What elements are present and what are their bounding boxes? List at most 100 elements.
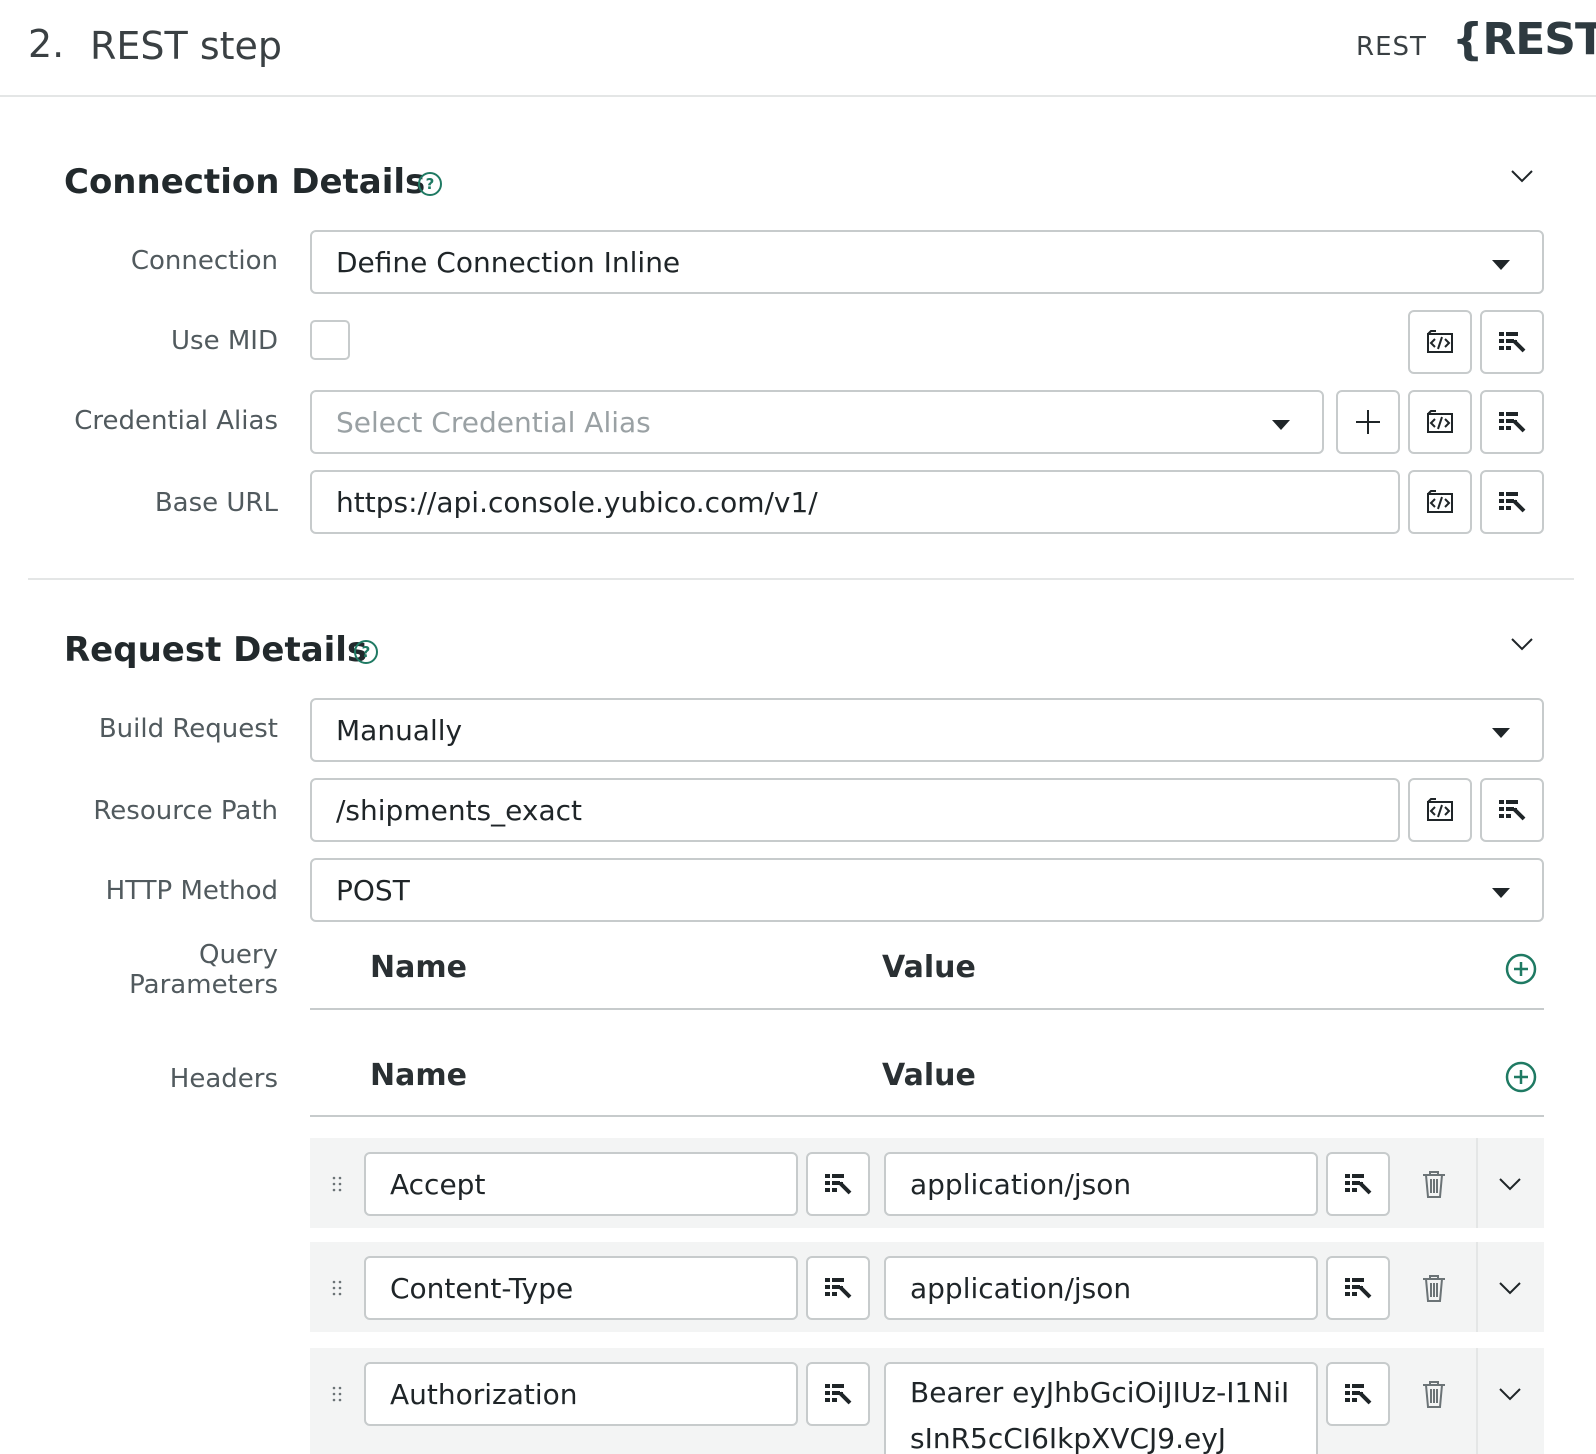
- data-pill-picker-button[interactable]: [1326, 1256, 1390, 1320]
- header-row: Accept application/json: [310, 1138, 1544, 1228]
- headers-label: Headers: [169, 1064, 278, 1094]
- headers-value-header: Value: [882, 1058, 976, 1093]
- connection-details-title: Connection Details: [64, 162, 426, 202]
- header-name-value: Content-Type: [390, 1272, 574, 1305]
- data-pill-picker-icon: [822, 1168, 854, 1200]
- row-separator: [1476, 1138, 1478, 1228]
- connector-type-label: REST: [1356, 32, 1427, 62]
- credential-alias-select[interactable]: Select Credential Alias: [310, 390, 1324, 454]
- step-title: REST step: [90, 24, 283, 68]
- credential-alias-placeholder: Select Credential Alias: [336, 406, 651, 439]
- chevron-down-icon[interactable]: [1498, 1382, 1522, 1406]
- add-query-parameter-icon[interactable]: [1505, 953, 1537, 985]
- data-pill-picker-button[interactable]: [1480, 310, 1544, 374]
- header-value-input[interactable]: application/json: [884, 1152, 1318, 1216]
- connection-select[interactable]: Define Connection Inline: [310, 230, 1544, 294]
- data-pill-picker-icon: [1342, 1378, 1374, 1410]
- http-method-label: HTTP Method: [105, 876, 278, 906]
- resource-path-label: Resource Path: [93, 796, 278, 826]
- drag-handle-icon[interactable]: [332, 1386, 342, 1402]
- query-name-header: Name: [370, 950, 467, 985]
- resource-path-input[interactable]: /shipments_exact: [310, 778, 1400, 842]
- connection-label: Connection: [130, 246, 278, 276]
- plus-icon: [1356, 410, 1380, 434]
- data-pill-picker-icon: [1496, 794, 1528, 826]
- use-mid-checkbox[interactable]: [310, 320, 350, 360]
- header-name-value: Accept: [390, 1168, 486, 1201]
- chevron-down-icon[interactable]: [1498, 1172, 1522, 1196]
- data-pill-picker-button[interactable]: [1326, 1362, 1390, 1426]
- script-icon: [1424, 406, 1456, 438]
- add-header-icon[interactable]: [1505, 1061, 1537, 1093]
- data-pill-picker-button[interactable]: [806, 1362, 870, 1426]
- query-parameters-label: Query Parameters: [129, 940, 278, 1000]
- header-name-value: Authorization: [390, 1378, 578, 1411]
- build-request-value: Manually: [336, 714, 463, 747]
- data-pill-picker-icon: [1342, 1168, 1374, 1200]
- caret-down-icon: [1272, 420, 1290, 430]
- drag-handle-icon[interactable]: [332, 1280, 342, 1296]
- row-separator: [1476, 1242, 1478, 1332]
- chevron-down-icon[interactable]: [1510, 632, 1534, 656]
- question-circle-icon[interactable]: ?: [418, 172, 442, 196]
- data-pill-picker-button[interactable]: [1326, 1152, 1390, 1216]
- data-pill-picker-icon: [1496, 406, 1528, 438]
- header-name-input[interactable]: Accept: [364, 1152, 798, 1216]
- script-button[interactable]: [1408, 778, 1472, 842]
- data-pill-picker-button[interactable]: [806, 1152, 870, 1216]
- use-mid-label: Use MID: [171, 326, 278, 356]
- drag-handle-icon[interactable]: [332, 1176, 342, 1192]
- trash-icon[interactable]: [1420, 1378, 1448, 1410]
- query-value-header: Value: [882, 950, 976, 985]
- chevron-down-icon[interactable]: [1498, 1276, 1522, 1300]
- query-table-divider: [310, 1008, 1544, 1010]
- caret-down-icon: [1492, 260, 1510, 270]
- trash-icon[interactable]: [1420, 1168, 1448, 1200]
- data-pill-picker-button[interactable]: [806, 1256, 870, 1320]
- header-row: Content-Type application/json: [310, 1242, 1544, 1332]
- trash-icon[interactable]: [1420, 1272, 1448, 1304]
- base-url-input[interactable]: https://api.console.yubico.com/v1/: [310, 470, 1400, 534]
- build-request-select[interactable]: Manually: [310, 698, 1544, 762]
- connection-value: Define Connection Inline: [336, 246, 681, 279]
- add-credential-button[interactable]: [1336, 390, 1400, 454]
- script-button[interactable]: [1408, 390, 1472, 454]
- request-details-title: Request Details: [64, 630, 368, 670]
- script-icon: [1424, 794, 1456, 826]
- data-pill-picker-button[interactable]: [1480, 470, 1544, 534]
- headers-name-header: Name: [370, 1058, 467, 1093]
- data-pill-picker-icon: [822, 1272, 854, 1304]
- http-method-select[interactable]: POST: [310, 858, 1544, 922]
- header-row: Authorization Bearer eyJhbGciOiJIUz-I1Ni…: [310, 1348, 1544, 1454]
- build-request-label: Build Request: [98, 714, 278, 744]
- query-parameters-label-line1: Query: [198, 940, 278, 970]
- caret-down-icon: [1492, 728, 1510, 738]
- data-pill-picker-icon: [1496, 486, 1528, 518]
- data-pill-picker-button[interactable]: [1480, 778, 1544, 842]
- base-url-value: https://api.console.yubico.com/v1/: [336, 486, 818, 519]
- section-divider: [28, 578, 1574, 580]
- data-pill-picker-button[interactable]: [1480, 390, 1544, 454]
- script-button[interactable]: [1408, 310, 1472, 374]
- script-icon: [1424, 326, 1456, 358]
- header-value-value: Bearer eyJhbGciOiJIUz-I1NiIsInR5cCI6IkpX…: [910, 1376, 1290, 1454]
- base-url-label: Base URL: [154, 488, 278, 518]
- header-value-textarea[interactable]: Bearer eyJhbGciOiJIUz-I1NiIsInR5cCI6IkpX…: [884, 1362, 1318, 1454]
- rest-logo: {REST}: [1452, 14, 1596, 65]
- script-icon: [1424, 486, 1456, 518]
- data-pill-picker-icon: [1496, 326, 1528, 358]
- query-parameters-label-line2: Parameters: [129, 970, 278, 1000]
- header-value-value: application/json: [910, 1168, 1132, 1201]
- credential-alias-label: Credential Alias: [74, 406, 278, 436]
- header-value-input[interactable]: application/json: [884, 1256, 1318, 1320]
- data-pill-picker-icon: [1342, 1272, 1374, 1304]
- header-name-input[interactable]: Content-Type: [364, 1256, 798, 1320]
- http-method-value: POST: [336, 874, 410, 907]
- caret-down-icon: [1492, 888, 1510, 898]
- question-circle-icon[interactable]: ?: [354, 640, 378, 664]
- chevron-down-icon[interactable]: [1510, 164, 1534, 188]
- step-header: 2. REST step REST {REST}: [0, 0, 1596, 97]
- header-name-input[interactable]: Authorization: [364, 1362, 798, 1426]
- data-pill-picker-icon: [822, 1378, 854, 1410]
- script-button[interactable]: [1408, 470, 1472, 534]
